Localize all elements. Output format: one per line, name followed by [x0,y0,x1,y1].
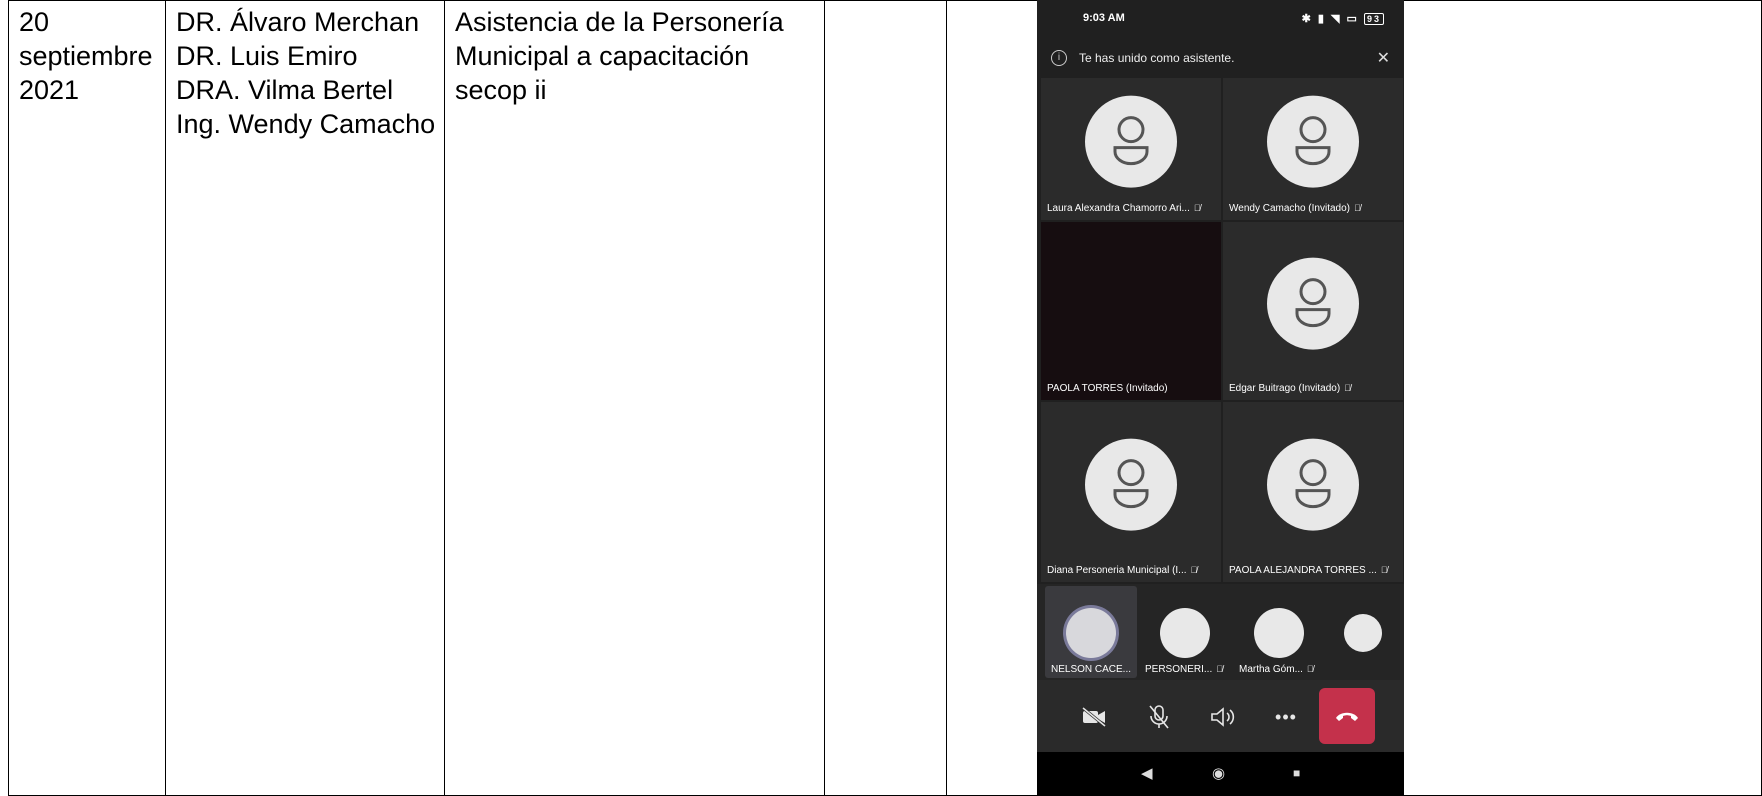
participant-thumb[interactable]: Martha Góm... 🎙̸ [1233,586,1325,678]
table-row: 20 septiembre 2021 DR. Álvaro Merchan DR… [8,0,1762,796]
participant-name: Martha Góm... 🎙̸ [1239,664,1314,675]
attendee-banner: i Te has unido como asistente. ✕ [1037,38,1404,78]
info-icon: i [1051,50,1067,66]
recents-icon[interactable]: ■ [1293,766,1300,780]
signal-icons: ✱ ▮ ◥ ▭ [1301,12,1359,25]
status-icons: ✱ ▮ ◥ ▭ 93 [1302,12,1384,25]
battery-icon: 93 [1363,12,1384,25]
mic-off-icon: 🎙̸ [1306,664,1314,674]
date-line: 2021 [19,75,80,105]
mic-off-icon: 🎙̸ [1193,203,1201,213]
mic-off-icon: 🎙̸ [1190,565,1198,575]
participant-name: Edgar Buitrago (Invitado) 🎙̸ [1229,383,1351,394]
activity-cell: Asistencia de la Personería Municipal a … [444,0,825,796]
participant-tile[interactable]: Edgar Buitrago (Invitado) 🎙̸ [1223,222,1403,400]
participant-name: PAOLA TORRES (Invitado) [1047,383,1168,394]
call-controls: ••• [1037,680,1404,752]
date-line: 20 [19,7,50,37]
date-cell: 20 septiembre 2021 [8,0,166,796]
participant-tile[interactable]: Laura Alexandra Chamorro Ari... 🎙̸ [1041,78,1221,220]
back-icon[interactable]: ◀ [1141,764,1153,782]
banner-message: Te has unido como asistente. [1079,51,1235,65]
more-icon[interactable]: ••• [1261,692,1311,742]
participant-thumb[interactable] [1327,586,1399,678]
avatar [1344,614,1382,652]
activity-line: Municipal a capacitación [455,41,750,71]
avatar [1160,608,1210,658]
attendee-line: DR. Luis Emiro [176,41,358,71]
avatar [1267,438,1359,531]
participant-strip[interactable]: NELSON CACE... PERSONERI... 🎙̸ Martha Góm… [1037,584,1404,680]
activity-line: Asistencia de la Personería [455,7,784,37]
participant-name: PAOLA ALEJANDRA TORRES ... 🎙̸ [1229,565,1388,576]
attendee-line: DRA. Vilma Bertel [176,75,394,105]
mic-off-icon: 🎙̸ [1353,203,1361,213]
participant-name: Wendy Camacho (Invitado) 🎙̸ [1229,203,1361,214]
participant-name: Diana Personeria Municipal (I... 🎙̸ [1047,565,1198,576]
participant-tile[interactable]: PAOLA TORRES (Invitado) [1041,222,1221,400]
mic-off-icon[interactable] [1134,692,1184,742]
participant-tile[interactable]: Diana Personeria Municipal (I... 🎙̸ [1041,402,1221,582]
avatar [1267,257,1359,350]
report-table: 20 septiembre 2021 DR. Álvaro Merchan DR… [8,0,1762,796]
activity-line: secop ii [455,75,547,105]
participant-name: Laura Alexandra Chamorro Ari... 🎙̸ [1047,203,1201,214]
participant-thumb[interactable]: NELSON CACE... [1045,586,1137,678]
mic-off-icon: 🎙̸ [1344,383,1351,393]
participant-thumb[interactable]: PERSONERI... 🎙̸ [1139,586,1231,678]
attendees-cell: DR. Álvaro Merchan DR. Luis Emiro DRA. V… [165,0,445,796]
avatar [1254,608,1304,658]
status-time: 9:03 AM [1083,12,1125,24]
speaker-icon[interactable] [1197,692,1247,742]
participant-tile[interactable]: PAOLA ALEJANDRA TORRES ... 🎙̸ [1223,402,1403,582]
avatar [1085,95,1177,188]
avatar [1085,438,1177,531]
participant-name: PERSONERI... 🎙̸ [1145,664,1223,675]
close-icon[interactable]: ✕ [1377,48,1390,68]
meeting-screenshot: 9:03 AM ✱ ▮ ◥ ▭ 93 i Te has unido como a… [1037,0,1404,796]
date-line: septiembre [19,41,153,71]
participant-name: NELSON CACE... [1051,664,1132,675]
avatar [1066,608,1116,658]
status-bar: 9:03 AM ✱ ▮ ◥ ▭ 93 [1037,0,1404,36]
attendee-line: DR. Álvaro Merchan [176,7,420,37]
participant-tile[interactable]: Wendy Camacho (Invitado) 🎙̸ [1223,78,1403,220]
notes-cell [824,0,947,796]
avatar [1267,95,1359,188]
home-icon[interactable]: ◉ [1212,764,1225,782]
hangup-icon[interactable] [1319,688,1375,744]
camera-off-icon[interactable] [1069,692,1119,742]
android-nav-bar: ◀ ◉ ■ [1037,752,1404,796]
mic-off-icon: 🎙̸ [1216,664,1223,674]
mic-off-icon: 🎙̸ [1380,565,1388,575]
attendee-line: Ing. Wendy Camacho [176,109,436,139]
